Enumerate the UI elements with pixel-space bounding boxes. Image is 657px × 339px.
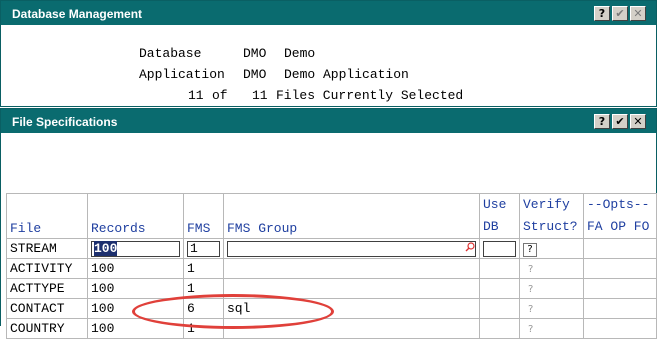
table-row[interactable]: CONTACT 100 6 sql ? — [6, 298, 657, 319]
col-header-fms-group: FMS Group — [223, 193, 480, 239]
records-cell: 100 — [87, 258, 184, 279]
close-button[interactable]: ✕ — [630, 6, 646, 21]
ok-button[interactable]: ✔ — [612, 6, 628, 21]
use-db-cell — [479, 278, 520, 299]
records-input[interactable]: 100 — [91, 240, 180, 257]
file-specifications-panel: File Specifications ? ✔ ✕ File Records F… — [0, 108, 657, 339]
opts-cell — [583, 278, 657, 299]
database-management-titlebar: Database Management ? ✔ ✕ — [1, 1, 656, 25]
verify-cell: ? — [519, 318, 584, 339]
col-header-use-db-top: Use — [483, 197, 507, 212]
use-db-cell — [479, 298, 520, 319]
help-button[interactable]: ? — [594, 6, 610, 21]
database-management-panel: Database Management ? ✔ ✕ Database DMO D… — [0, 0, 657, 107]
file-specifications-titlebar: File Specifications ? ✔ ✕ — [1, 109, 656, 133]
verify-struct-placeholder[interactable]: ? — [528, 264, 533, 275]
verify-cell: ? — [519, 258, 584, 279]
opts-cell — [583, 238, 657, 259]
use-db-cell — [479, 258, 520, 279]
table-row[interactable]: STREAM 100 1 ? — [6, 238, 657, 259]
file-cell: ACTIVITY — [6, 258, 88, 279]
use-db-cell — [479, 238, 520, 259]
records-cell: 100 — [87, 238, 184, 259]
application-label: Application — [139, 67, 225, 82]
files-selected-count: 11 — [188, 88, 204, 103]
col-header-verify-bottom: Struct? — [523, 219, 578, 234]
fms-cell: 1 — [183, 258, 224, 279]
col-header-opts-bottom: FA OP FO — [587, 219, 650, 234]
opts-cell — [583, 318, 657, 339]
verify-cell: ? — [519, 238, 584, 259]
file-cell: COUNTRY — [6, 318, 88, 339]
fms-input[interactable]: 1 — [187, 240, 220, 257]
files-of-label: of — [212, 88, 228, 103]
use-db-input[interactable] — [483, 240, 516, 257]
database-management-title: Database Management — [12, 7, 143, 21]
fms-group-cell — [223, 318, 480, 339]
records-cell: 100 — [87, 298, 184, 319]
table-row[interactable]: COUNTRY 100 1 ? — [6, 318, 657, 339]
use-db-cell — [479, 318, 520, 339]
col-header-use-db-bottom: DB — [483, 219, 499, 234]
verify-struct-placeholder[interactable]: ? — [528, 304, 533, 315]
application-name: Demo Application — [284, 67, 409, 82]
fms-group-cell — [223, 278, 480, 299]
file-specifications-title: File Specifications — [12, 115, 118, 129]
file-cell: CONTACT — [6, 298, 88, 319]
search-icon[interactable] — [465, 241, 475, 256]
database-code: DMO — [243, 46, 267, 61]
ok-button[interactable]: ✔ — [612, 114, 628, 129]
fms-group-cell — [223, 258, 480, 279]
verify-struct-placeholder[interactable]: ? — [528, 284, 533, 295]
col-header-opts: --Opts-- FA OP FO — [583, 193, 657, 239]
files-total-count: 11 — [252, 88, 268, 103]
verify-cell: ? — [519, 278, 584, 299]
fms-group-input[interactable] — [227, 240, 476, 257]
fms-cell: 1 — [183, 278, 224, 299]
file-spec-table: File Records FMS FMS Group Use DB Verify… — [6, 193, 657, 339]
fms-group-cell — [223, 238, 480, 259]
col-header-records: Records — [87, 193, 184, 239]
files-selected-text: Files Currently Selected — [276, 88, 464, 103]
col-header-fms: FMS — [183, 193, 224, 239]
records-cell: 100 — [87, 318, 184, 339]
fms-cell: 1 — [183, 318, 224, 339]
table-header-row: File Records FMS FMS Group Use DB Verify… — [6, 193, 657, 239]
help-button[interactable]: ? — [594, 114, 610, 129]
verify-cell: ? — [519, 298, 584, 319]
close-button[interactable]: ✕ — [630, 114, 646, 129]
file-cell: ACTTYPE — [6, 278, 88, 299]
verify-struct-button[interactable]: ? — [523, 242, 537, 257]
application-code: DMO — [243, 67, 267, 82]
records-cell: 100 — [87, 278, 184, 299]
database-name: Demo — [284, 46, 316, 61]
col-header-verify: Verify Struct? — [519, 193, 584, 239]
table-row[interactable]: ACTTYPE 100 1 ? — [6, 278, 657, 299]
col-header-use-db: Use DB — [479, 193, 520, 239]
fms-cell: 1 — [183, 238, 224, 259]
file-cell: STREAM — [6, 238, 88, 259]
database-label: Database — [139, 46, 202, 61]
fms-cell: 6 — [183, 298, 224, 319]
opts-cell — [583, 258, 657, 279]
col-header-opts-top: --Opts-- — [587, 197, 650, 212]
col-header-verify-top: Verify — [523, 197, 570, 212]
records-input-value: 100 — [94, 240, 118, 256]
opts-cell — [583, 298, 657, 319]
table-row[interactable]: ACTIVITY 100 1 ? — [6, 258, 657, 279]
col-header-file: File — [6, 193, 88, 239]
fms-group-cell: sql — [223, 298, 480, 319]
